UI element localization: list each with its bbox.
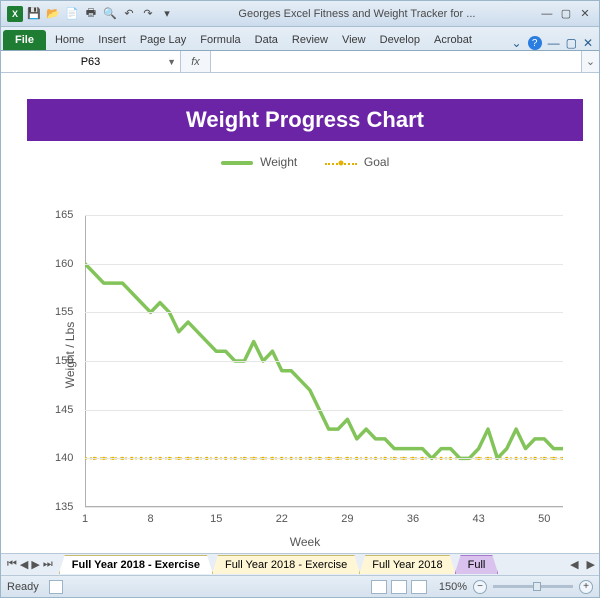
sheet-tab-1[interactable]: Full Year 2018 - Exercise	[59, 555, 213, 574]
macro-record-icon[interactable]	[49, 580, 63, 594]
tab-home[interactable]: Home	[48, 30, 91, 50]
window-buttons: — ▢ ✕	[539, 7, 593, 20]
print-icon[interactable]: 🖶	[83, 6, 99, 22]
x-tick-label: 50	[538, 513, 550, 525]
save-icon[interactable]: 💾	[26, 6, 42, 22]
y-tick-label: 135	[55, 501, 73, 513]
plot-area: 13514014515015516016518152229364350	[85, 215, 563, 507]
y-tick-label: 145	[55, 404, 73, 416]
sheet-tab-3[interactable]: Full Year 2018	[359, 555, 455, 574]
name-box-value: P63	[81, 56, 101, 68]
sheet-tab-4-label: Full	[468, 559, 486, 571]
x-tick-label: 1	[82, 513, 88, 525]
tab-insert[interactable]: Insert	[91, 30, 133, 50]
window-close-icon[interactable]: ✕	[583, 36, 593, 50]
sheet-tab-bar: ⏮ ◀ ▶ ⏭ Full Year 2018 - Exercise Full Y…	[1, 553, 599, 575]
page-layout-view-icon[interactable]	[391, 580, 407, 594]
quick-access-toolbar: X 💾 📂 📄 🖶 🔍 ↶ ↷ ▾	[7, 6, 175, 22]
formula-bar: P63 ▼ fx ⌄	[1, 51, 599, 73]
redo-icon[interactable]: ↷	[140, 6, 156, 22]
ribbon-minimize-icon[interactable]: ⌄	[512, 36, 522, 50]
x-tick-label: 43	[473, 513, 485, 525]
sheet-tab-2-label: Full Year 2018 - Exercise	[225, 559, 347, 571]
file-tab[interactable]: File	[3, 30, 46, 50]
x-tick-label: 15	[210, 513, 222, 525]
y-tick-label: 140	[55, 452, 73, 464]
page-break-view-icon[interactable]	[411, 580, 427, 594]
y-tick-label: 150	[55, 355, 73, 367]
x-tick-label: 8	[148, 513, 154, 525]
zoom-in-button[interactable]: +	[579, 580, 593, 594]
hscroll-right-icon[interactable]: ▶	[583, 558, 599, 571]
x-tick-label: 29	[341, 513, 353, 525]
help-icon[interactable]: ?	[528, 36, 542, 50]
y-tick-label: 165	[55, 209, 73, 221]
sheet-next-icon[interactable]: ▶	[31, 558, 39, 571]
legend-goal-label: Goal	[364, 155, 389, 169]
minimize-icon[interactable]: —	[539, 8, 555, 20]
sheet-tab-1-label: Full Year 2018 - Exercise	[72, 559, 200, 571]
legend-weight-swatch	[221, 161, 253, 165]
zoom-slider[interactable]	[493, 585, 573, 588]
tab-view[interactable]: View	[335, 30, 373, 50]
qat-more-icon[interactable]: ▾	[159, 6, 175, 22]
name-box[interactable]: P63 ▼	[1, 51, 181, 72]
ribbon: File Home Insert Page Lay Formula Data R…	[1, 27, 599, 51]
tab-acrobat[interactable]: Acrobat	[427, 30, 479, 50]
excel-icon: X	[7, 6, 23, 22]
formula-input[interactable]	[211, 51, 581, 72]
sheet-tab-3-label: Full Year 2018	[372, 559, 442, 571]
chart-legend: Weight Goal	[27, 155, 583, 169]
sheet-last-icon[interactable]: ⏭	[43, 558, 53, 571]
undo-icon[interactable]: ↶	[121, 6, 137, 22]
tab-data[interactable]: Data	[248, 30, 285, 50]
tab-review[interactable]: Review	[285, 30, 335, 50]
sheet-first-icon[interactable]: ⏮	[7, 558, 17, 571]
preview-icon[interactable]: 🔍	[102, 6, 118, 22]
chart-object[interactable]: Weight Progress Chart Weight Goal Weight…	[27, 99, 583, 543]
formula-expand-icon[interactable]: ⌄	[581, 51, 599, 72]
chart-title: Weight Progress Chart	[27, 99, 583, 141]
open-icon[interactable]: 📂	[45, 6, 61, 22]
worksheet: Weight Progress Chart Weight Goal Weight…	[1, 73, 599, 553]
new-icon[interactable]: 📄	[64, 6, 80, 22]
x-tick-label: 36	[407, 513, 419, 525]
y-tick-label: 155	[55, 306, 73, 318]
fx-label[interactable]: fx	[181, 51, 211, 72]
view-buttons: 150% − +	[371, 580, 593, 594]
status-text: Ready	[7, 581, 39, 593]
window-min-icon[interactable]: —	[548, 36, 560, 50]
hscroll-left-icon[interactable]: ◀	[566, 558, 582, 571]
window-restore-icon[interactable]: ▢	[566, 36, 577, 50]
name-box-dropdown-icon[interactable]: ▼	[167, 57, 176, 67]
zoom-value[interactable]: 150%	[439, 581, 467, 593]
legend-weight-label: Weight	[260, 155, 297, 169]
close-icon[interactable]: ✕	[577, 7, 593, 20]
y-tick-label: 160	[55, 258, 73, 270]
normal-view-icon[interactable]	[371, 580, 387, 594]
chart-area: Weight Goal Weight / Lbs Week 1351401451…	[27, 155, 583, 553]
sheet-tabs: Full Year 2018 - Exercise Full Year 2018…	[59, 555, 566, 574]
x-axis-title: Week	[27, 535, 583, 549]
tab-page[interactable]: Page Lay	[133, 30, 193, 50]
zoom-controls: 150% − +	[439, 580, 593, 594]
tab-formulas[interactable]: Formula	[193, 30, 247, 50]
maximize-icon[interactable]: ▢	[558, 7, 574, 20]
zoom-out-button[interactable]: −	[473, 580, 487, 594]
tab-developer[interactable]: Develop	[373, 30, 427, 50]
x-tick-label: 22	[276, 513, 288, 525]
sheet-tab-2[interactable]: Full Year 2018 - Exercise	[212, 555, 360, 574]
status-bar: Ready 150% − +	[1, 575, 599, 597]
sheet-prev-icon[interactable]: ◀	[20, 558, 28, 571]
title-bar: X 💾 📂 📄 🖶 🔍 ↶ ↷ ▾ Georges Excel Fitness …	[1, 1, 599, 27]
window-title: Georges Excel Fitness and Weight Tracker…	[175, 8, 539, 20]
sheet-nav: ⏮ ◀ ▶ ⏭	[1, 558, 59, 571]
zoom-slider-thumb[interactable]	[533, 582, 541, 591]
sheet-tab-4[interactable]: Full	[455, 555, 499, 574]
